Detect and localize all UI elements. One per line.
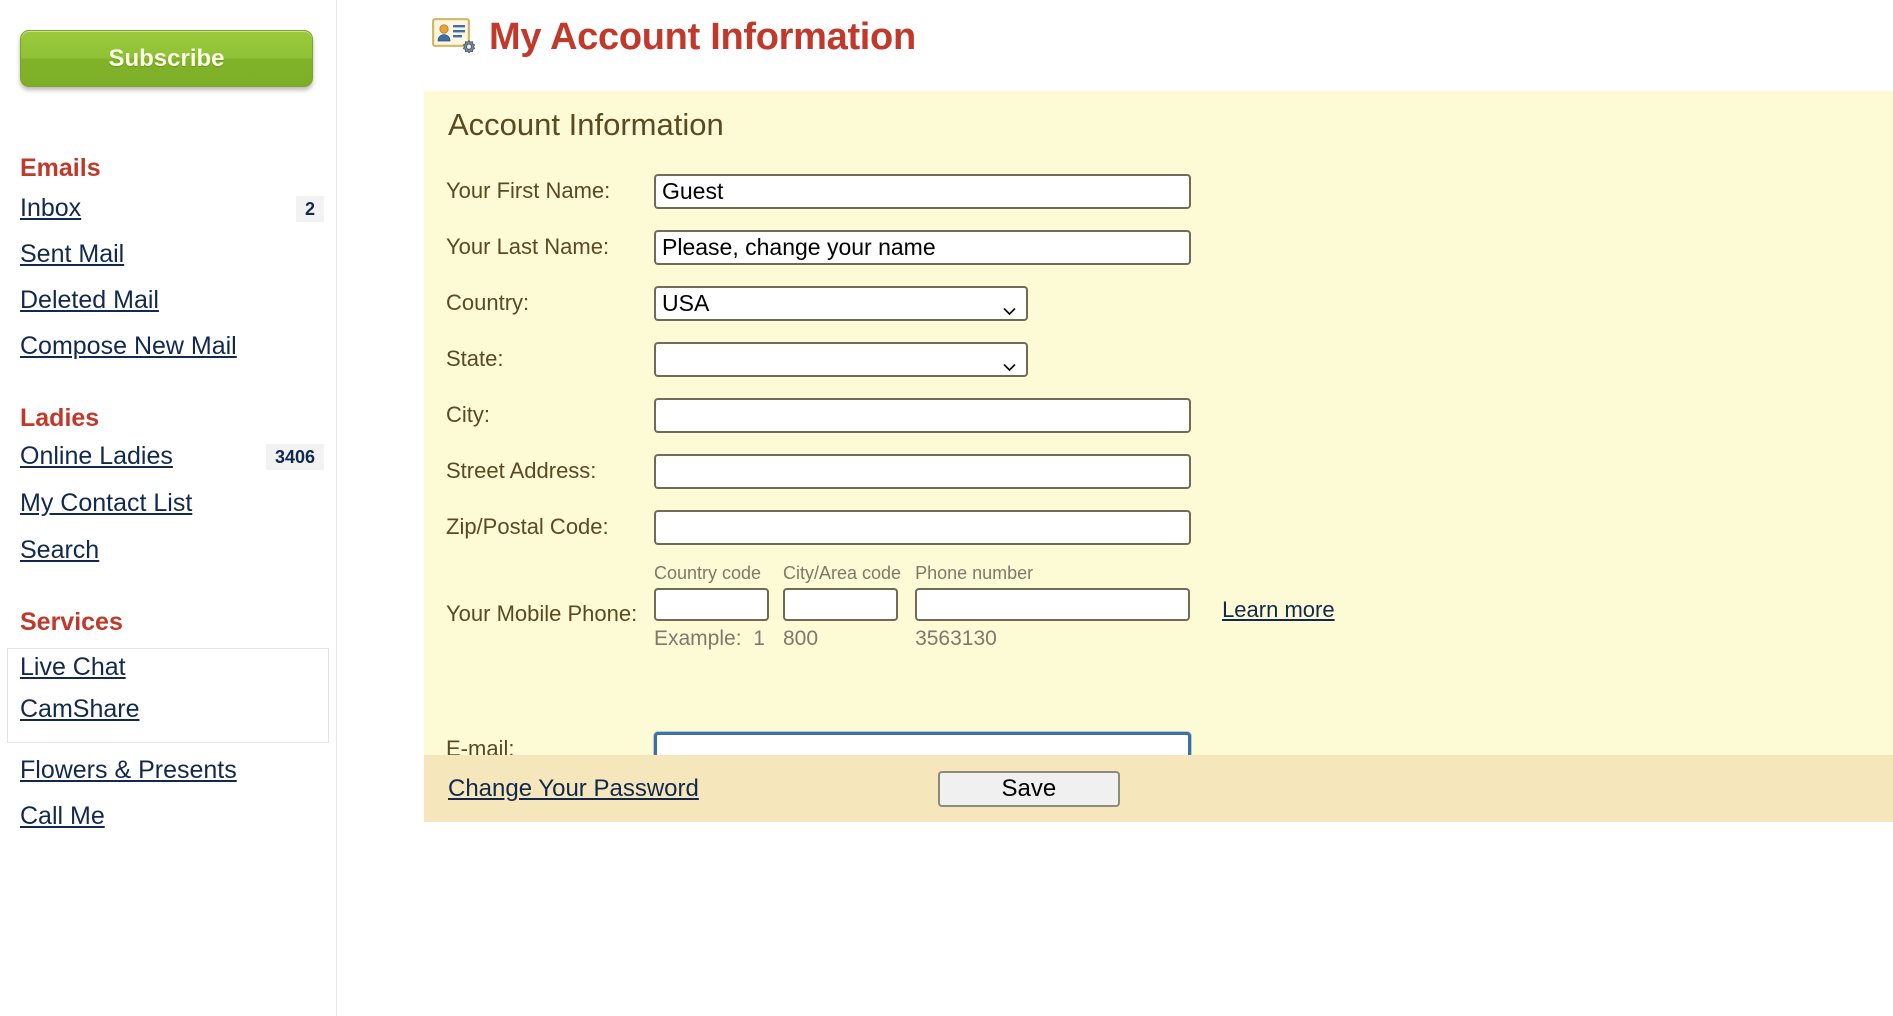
field-row-last-name: Your Last Name: xyxy=(424,219,1893,275)
form-footer-bar: Change Your Password Save xyxy=(424,755,1893,822)
example-prefix: Example: xyxy=(654,627,742,650)
sidebar-item-call-me-label[interactable]: Call Me xyxy=(20,802,105,831)
country-select-value: USA xyxy=(662,289,710,316)
sidebar-section-ladies: Ladies xyxy=(20,404,100,432)
sidebar-item-camshare-label[interactable]: CamShare xyxy=(20,695,140,724)
sidebar-item-sent-mail[interactable]: Sent Mail xyxy=(20,240,330,274)
zip-label: Zip/Postal Code: xyxy=(446,514,609,539)
sidebar-item-deleted-mail-label[interactable]: Deleted Mail xyxy=(20,286,159,315)
field-row-zip: Zip/Postal Code: xyxy=(424,499,1893,555)
first-name-label: Your First Name: xyxy=(446,178,611,203)
country-code-caption: Country code xyxy=(654,563,762,583)
state-label: State: xyxy=(446,346,504,371)
sidebar-item-my-contact-list-label[interactable]: My Contact List xyxy=(20,489,192,518)
sidebar-divider xyxy=(336,0,337,1016)
chevron-down-icon xyxy=(1002,296,1017,316)
field-row-country: Country: USA xyxy=(424,275,1893,331)
sidebar-item-search[interactable]: Search xyxy=(20,536,330,570)
id-card-settings-icon xyxy=(431,14,477,60)
country-select[interactable]: USA xyxy=(654,285,1028,321)
field-row-city: City: xyxy=(424,387,1893,443)
inbox-unread-badge: 2 xyxy=(295,196,324,222)
country-label: Country: xyxy=(446,290,530,315)
subscribe-button[interactable]: Subscribe xyxy=(20,30,313,87)
sidebar: Subscribe Emails Inbox 2 Sent Mail Delet… xyxy=(0,0,336,1016)
page-title: My Account Information xyxy=(489,15,916,58)
area-code-input[interactable] xyxy=(783,588,898,621)
area-code-caption: City/Area code xyxy=(783,563,902,583)
sidebar-item-camshare[interactable]: CamShare xyxy=(20,695,330,729)
sidebar-item-flowers-presents-label[interactable]: Flowers & Presents xyxy=(20,756,237,785)
city-label: City: xyxy=(446,402,490,427)
country-code-input[interactable] xyxy=(654,588,769,621)
sidebar-item-compose-new-mail[interactable]: Compose New Mail xyxy=(20,332,330,366)
change-password-link[interactable]: Change Your Password xyxy=(448,775,699,803)
sidebar-item-inbox[interactable]: Inbox 2 xyxy=(20,194,330,228)
sidebar-item-call-me[interactable]: Call Me xyxy=(20,802,330,836)
form-spacer xyxy=(424,659,1893,721)
last-name-label: Your Last Name: xyxy=(446,234,610,259)
phone-country-code-col: Country code Example: 1 xyxy=(654,563,769,651)
phone-number-col: Phone number 3563130 xyxy=(915,563,1191,651)
save-button[interactable]: Save xyxy=(937,770,1120,807)
main-content: My Account Information Account Informati… xyxy=(424,0,1893,1016)
sidebar-item-online-ladies-label[interactable]: Online Ladies xyxy=(20,442,173,471)
sidebar-item-online-ladies[interactable]: Online Ladies 3406 xyxy=(20,442,330,476)
sidebar-item-live-chat-label[interactable]: Live Chat xyxy=(20,653,126,682)
area-code-example: 800 xyxy=(783,627,819,650)
mobile-phone-label: Your Mobile Phone: xyxy=(446,601,638,626)
sidebar-section-emails: Emails xyxy=(20,154,101,182)
page-header: My Account Information xyxy=(431,8,916,66)
last-name-input[interactable] xyxy=(654,229,1191,265)
sidebar-item-search-label[interactable]: Search xyxy=(20,536,99,565)
online-ladies-count-badge: 3406 xyxy=(265,444,324,470)
sidebar-item-deleted-mail[interactable]: Deleted Mail xyxy=(20,286,330,320)
learn-more-link[interactable]: Learn more xyxy=(1222,597,1335,623)
sidebar-section-services: Services xyxy=(20,608,123,636)
sidebar-item-compose-new-mail-label[interactable]: Compose New Mail xyxy=(20,332,237,361)
sidebar-item-flowers-presents[interactable]: Flowers & Presents xyxy=(20,756,330,790)
city-input[interactable] xyxy=(654,397,1191,433)
account-information-page: Subscribe Emails Inbox 2 Sent Mail Delet… xyxy=(0,0,1893,1016)
field-row-mobile-phone: Your Mobile Phone: Country code Example:… xyxy=(424,555,1893,659)
sidebar-item-inbox-label[interactable]: Inbox xyxy=(20,194,81,223)
phone-number-input[interactable] xyxy=(915,588,1191,621)
chevron-down-icon xyxy=(1002,352,1017,372)
street-address-label: Street Address: xyxy=(446,458,597,483)
first-name-input[interactable] xyxy=(654,173,1191,209)
mobile-phone-group: Country code Example: 1 City/Area code 8… xyxy=(654,563,1893,651)
field-row-state: State: xyxy=(424,331,1893,387)
example-country-code: 1 xyxy=(753,627,765,650)
panel-title: Account Information xyxy=(448,107,724,142)
field-row-street-address: Street Address: xyxy=(424,443,1893,499)
phone-number-example: 3563130 xyxy=(915,627,997,650)
field-row-first-name: Your First Name: xyxy=(424,163,1893,219)
zip-input[interactable] xyxy=(654,509,1191,545)
country-code-example: Example: 1 xyxy=(654,627,769,651)
state-select[interactable] xyxy=(654,341,1028,377)
account-information-panel: Account Information Your First Name: You… xyxy=(424,91,1893,767)
account-form: Your First Name: Your Last Name: Country… xyxy=(424,163,1893,777)
sidebar-item-live-chat[interactable]: Live Chat Compare xyxy=(20,653,330,687)
street-address-input[interactable] xyxy=(654,453,1191,489)
sidebar-item-sent-mail-label[interactable]: Sent Mail xyxy=(20,240,124,269)
phone-number-caption: Phone number xyxy=(915,563,1034,583)
sidebar-item-my-contact-list[interactable]: My Contact List xyxy=(20,489,330,523)
phone-area-code-col: City/Area code 800 xyxy=(783,563,901,651)
